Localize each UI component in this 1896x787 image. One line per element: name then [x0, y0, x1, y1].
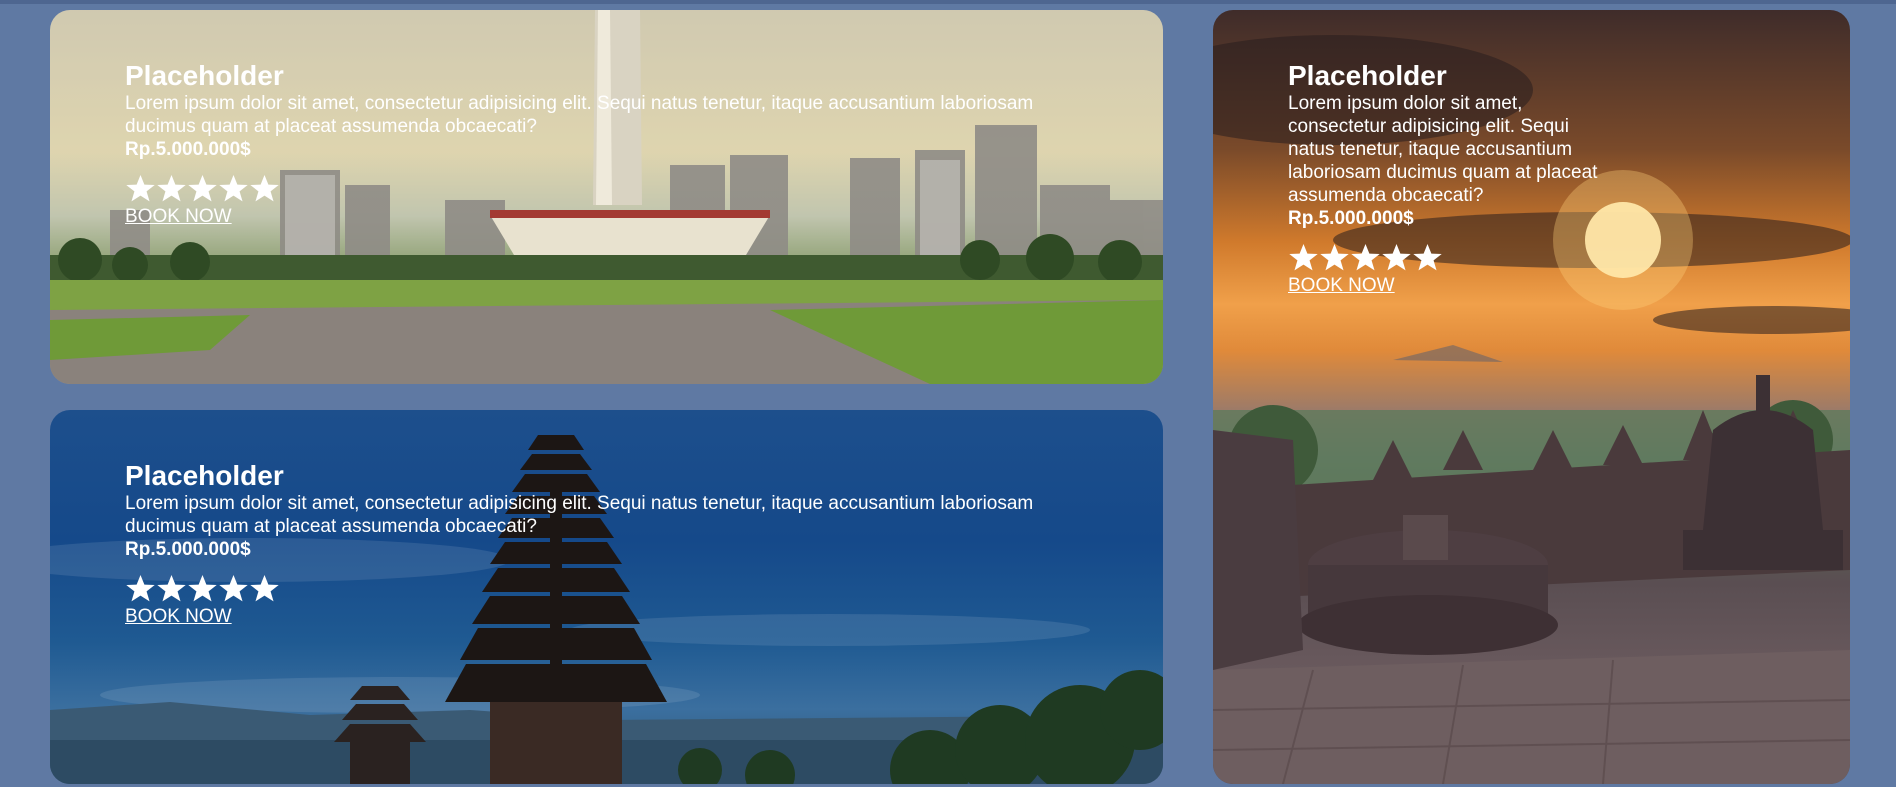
rating-stars	[125, 571, 1085, 605]
card-content: Placeholder Lorem ipsum dolor sit amet, …	[1288, 60, 1608, 298]
book-now-link[interactable]: BOOK NOW	[1288, 274, 1395, 298]
card-description: Lorem ipsum dolor sit amet, consectetur …	[125, 93, 1034, 137]
star-icon	[1382, 243, 1411, 270]
top-strip	[0, 0, 1896, 4]
star-icon	[219, 574, 248, 601]
card-price: Rp.5.000.000$	[1288, 208, 1414, 229]
card-price: Rp.5.000.000$	[125, 539, 251, 560]
star-icon	[1351, 243, 1380, 270]
star-icon	[157, 574, 186, 601]
destination-card-borobudur: Placeholder Lorem ipsum dolor sit amet, …	[1213, 10, 1850, 784]
star-icon	[188, 174, 217, 201]
book-now-link[interactable]: BOOK NOW	[125, 605, 232, 629]
rating-stars	[1288, 240, 1608, 274]
card-content: Placeholder Lorem ipsum dolor sit amet, …	[125, 60, 1085, 229]
star-icon	[250, 174, 279, 201]
destination-card-bali: Placeholder Lorem ipsum dolor sit amet, …	[50, 410, 1163, 784]
rating-stars	[125, 171, 1085, 205]
card-description: Lorem ipsum dolor sit amet, consectetur …	[125, 493, 1034, 537]
star-icon	[1413, 243, 1442, 270]
star-icon	[1320, 243, 1349, 270]
star-icon	[219, 174, 248, 201]
card-title: Placeholder	[125, 460, 284, 491]
star-icon	[126, 174, 155, 201]
card-description: Lorem ipsum dolor sit amet, consectetur …	[1288, 93, 1598, 206]
card-price: Rp.5.000.000$	[125, 139, 251, 160]
book-now-link[interactable]: BOOK NOW	[125, 205, 232, 229]
star-icon	[1289, 243, 1318, 270]
card-title: Placeholder	[1288, 60, 1447, 91]
card-title: Placeholder	[125, 60, 284, 91]
card-content: Placeholder Lorem ipsum dolor sit amet, …	[125, 460, 1085, 629]
star-icon	[250, 574, 279, 601]
star-icon	[157, 174, 186, 201]
star-icon	[188, 574, 217, 601]
destination-card-jakarta: Placeholder Lorem ipsum dolor sit amet, …	[50, 10, 1163, 384]
star-icon	[126, 574, 155, 601]
